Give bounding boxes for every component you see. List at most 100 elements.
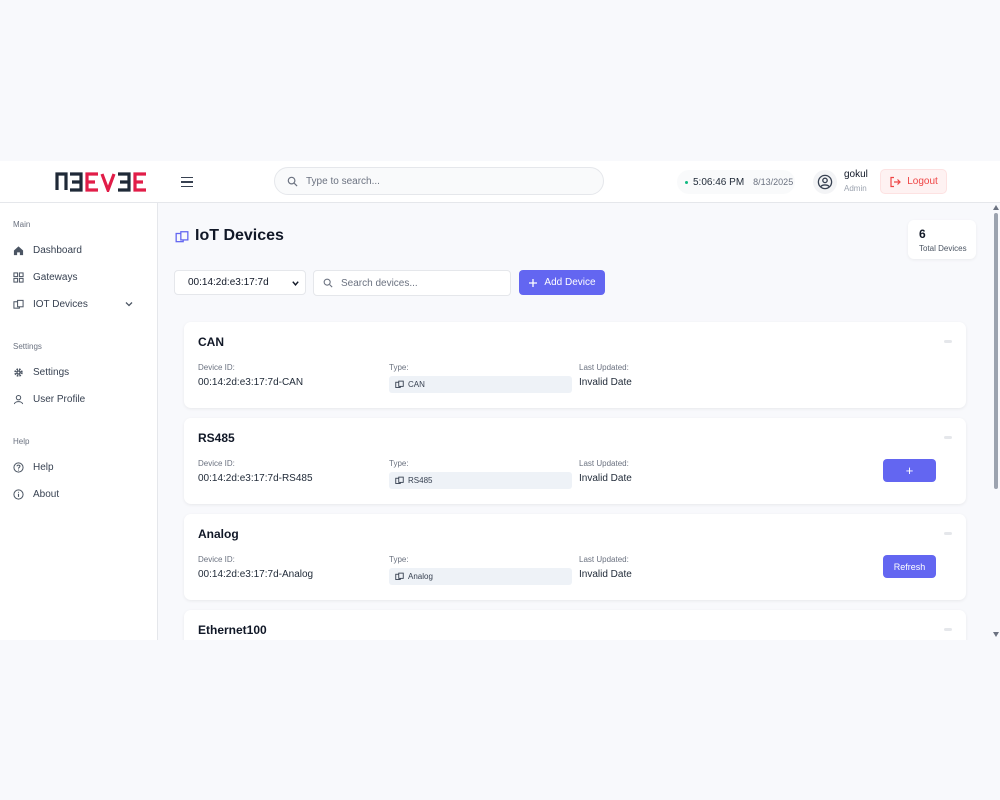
logout-icon bbox=[890, 176, 902, 187]
device-name: RS485 bbox=[198, 431, 235, 445]
sidebar: Main Dashboard Gateways IOT Devices Sett… bbox=[0, 203, 158, 640]
type-value: Analog bbox=[408, 572, 433, 581]
sidebar-item-dashboard[interactable]: Dashboard bbox=[13, 240, 143, 260]
search-icon bbox=[287, 176, 298, 187]
card-menu-handle[interactable] bbox=[944, 532, 952, 535]
hamburger-menu-icon[interactable] bbox=[178, 173, 196, 191]
type-badge: CAN bbox=[389, 376, 572, 393]
device-card: Analog Device ID: 00:14:2d:e3:17:7d-Anal… bbox=[184, 514, 966, 600]
logout-label: Logout bbox=[907, 176, 938, 187]
type-label: Type: bbox=[389, 555, 409, 564]
last-updated-label: Last Updated: bbox=[579, 363, 629, 372]
top-header: 5:06:46 PM 8/13/2025 gokul Admin Logout bbox=[0, 161, 1000, 203]
last-updated-label: Last Updated: bbox=[579, 555, 629, 564]
add-device-button[interactable]: Add Device bbox=[519, 270, 605, 295]
type-badge: Analog bbox=[389, 568, 572, 585]
scroll-up-arrow-icon[interactable] bbox=[993, 205, 999, 210]
global-search bbox=[274, 167, 604, 195]
type-value: CAN bbox=[408, 380, 425, 389]
add-button[interactable]: + bbox=[883, 459, 936, 482]
sidebar-item-label: Gateways bbox=[33, 271, 78, 283]
user-name: gokul bbox=[844, 169, 868, 180]
device-icon bbox=[13, 299, 24, 309]
sidebar-item-user-profile[interactable]: User Profile bbox=[13, 389, 143, 409]
device-search-input[interactable] bbox=[341, 277, 501, 289]
gateway-select[interactable]: 00:14:2d:e3:17:7d bbox=[174, 270, 306, 295]
refresh-button-label: Refresh bbox=[893, 561, 926, 572]
sidebar-item-gateways[interactable]: Gateways bbox=[13, 267, 143, 287]
gear-icon bbox=[14, 367, 23, 377]
sidebar-item-label: Settings bbox=[33, 366, 70, 378]
plus-icon bbox=[529, 278, 538, 287]
chevron-down-icon[interactable] bbox=[124, 299, 134, 309]
online-status-dot bbox=[685, 180, 688, 184]
sidebar-section-main: Main bbox=[13, 220, 31, 229]
chevron-down-icon bbox=[292, 281, 299, 286]
vertical-scrollbar[interactable] bbox=[992, 203, 1000, 640]
device-search bbox=[313, 270, 511, 296]
sidebar-item-label: IOT Devices bbox=[33, 298, 88, 310]
clock-time: 5:06:46 PM bbox=[693, 176, 745, 188]
total-devices-card: 6 Total Devices bbox=[908, 220, 976, 259]
total-devices-count: 6 bbox=[919, 227, 926, 241]
scroll-down-arrow-icon[interactable] bbox=[993, 632, 999, 637]
info-circle-icon bbox=[13, 488, 24, 500]
type-label: Type: bbox=[389, 363, 409, 372]
last-updated-value: Invalid Date bbox=[579, 377, 632, 388]
clock-widget: 5:06:46 PM 8/13/2025 bbox=[677, 170, 795, 194]
global-search-input[interactable] bbox=[306, 175, 586, 187]
device-name: Analog bbox=[198, 527, 239, 541]
gateway-select-value: 00:14:2d:e3:17:7d bbox=[188, 277, 269, 288]
sidebar-item-label: User Profile bbox=[33, 393, 86, 405]
user-role: Admin bbox=[844, 184, 867, 193]
brand-logo bbox=[55, 172, 146, 192]
device-name: CAN bbox=[198, 335, 224, 349]
clock-date: 8/13/2025 bbox=[753, 177, 794, 187]
last-updated-label: Last Updated: bbox=[579, 459, 629, 468]
last-updated-value: Invalid Date bbox=[579, 473, 632, 484]
type-badge: RS485 bbox=[389, 472, 572, 489]
device-icon bbox=[395, 572, 404, 580]
refresh-button[interactable]: Refresh bbox=[883, 555, 936, 578]
sidebar-section-settings: Settings bbox=[13, 342, 42, 351]
sidebar-item-about[interactable]: About bbox=[13, 484, 143, 504]
sidebar-item-help[interactable]: Help bbox=[13, 457, 143, 477]
device-card: Ethernet100 bbox=[184, 610, 966, 640]
device-icon bbox=[175, 231, 189, 243]
home-icon bbox=[13, 245, 24, 255]
search-icon bbox=[323, 278, 333, 288]
user-circle-icon bbox=[817, 174, 833, 190]
device-id-label: Device ID: bbox=[198, 459, 235, 468]
user-avatar[interactable] bbox=[813, 170, 837, 194]
add-button-label: + bbox=[905, 463, 914, 478]
scroll-thumb[interactable] bbox=[994, 213, 998, 489]
device-card: CAN Device ID: 00:14:2d:e3:17:7d-CAN Typ… bbox=[184, 322, 966, 408]
device-id-value: 00:14:2d:e3:17:7d-Analog bbox=[198, 569, 314, 580]
sidebar-section-help: Help bbox=[13, 437, 30, 446]
sidebar-item-label: About bbox=[33, 488, 60, 500]
main-content: IoT Devices 6 Total Devices 00:14:2d:e3:… bbox=[158, 203, 1000, 640]
gateway-grid-icon bbox=[13, 271, 24, 283]
device-icon bbox=[395, 476, 404, 484]
card-menu-handle[interactable] bbox=[944, 340, 952, 343]
device-id-label: Device ID: bbox=[198, 363, 235, 372]
sidebar-item-label: Help bbox=[33, 461, 54, 473]
card-menu-handle[interactable] bbox=[944, 436, 952, 439]
card-menu-handle[interactable] bbox=[944, 628, 952, 631]
device-icon bbox=[395, 380, 404, 388]
page-title: IoT Devices bbox=[195, 227, 284, 244]
add-device-label: Add Device bbox=[544, 277, 596, 288]
last-updated-value: Invalid Date bbox=[579, 569, 632, 580]
sidebar-item-label: Dashboard bbox=[33, 244, 82, 256]
help-circle-icon bbox=[13, 461, 24, 473]
device-name: Ethernet100 bbox=[198, 623, 267, 637]
app-window: 5:06:46 PM 8/13/2025 gokul Admin Logout … bbox=[0, 161, 1000, 640]
device-card: RS485 Device ID: 00:14:2d:e3:17:7d-RS485… bbox=[184, 418, 966, 504]
device-id-value: 00:14:2d:e3:17:7d-RS485 bbox=[198, 473, 313, 484]
device-id-label: Device ID: bbox=[198, 555, 235, 564]
type-value: RS485 bbox=[408, 476, 433, 485]
logout-button[interactable]: Logout bbox=[880, 169, 947, 194]
sidebar-item-iot-devices[interactable]: IOT Devices bbox=[13, 294, 143, 314]
device-id-value: 00:14:2d:e3:17:7d-CAN bbox=[198, 377, 304, 388]
sidebar-item-settings[interactable]: Settings bbox=[13, 362, 143, 382]
